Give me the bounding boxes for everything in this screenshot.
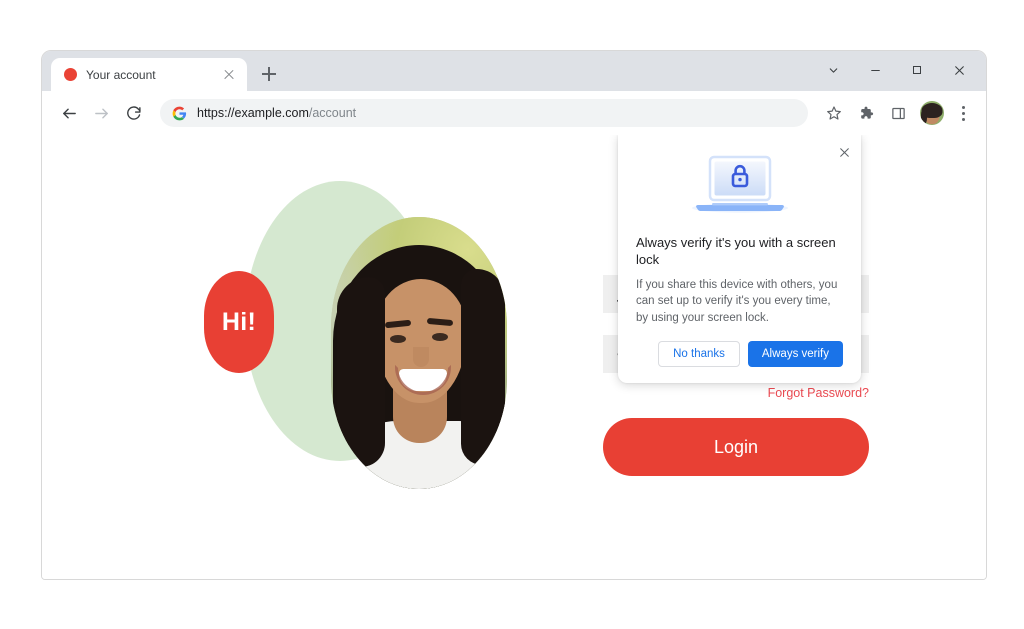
avatar[interactable]: [920, 101, 944, 125]
portrait-nose: [413, 347, 429, 367]
side-panel-icon: [891, 107, 905, 119]
bubble-body: If you share this device with others, yo…: [636, 278, 838, 325]
reload-icon: [126, 105, 141, 120]
maximize-icon: [913, 66, 921, 74]
login-button[interactable]: Login: [603, 418, 869, 476]
close-icon: [954, 65, 964, 75]
kebab-dot: [961, 117, 965, 121]
url-host: https://example.com: [197, 106, 309, 120]
kebab-dot: [961, 111, 965, 115]
browser-window: Your account https://example.com/account…: [41, 50, 987, 580]
avatar-hair-side: [921, 109, 927, 124]
browser-tab[interactable]: Your account: [51, 58, 247, 91]
bubble-close-button[interactable]: [833, 141, 855, 163]
portrait-eye-left: [390, 335, 406, 343]
forgot-password-label: Forgot Password?: [767, 386, 869, 400]
no-thanks-button[interactable]: No thanks: [658, 340, 740, 367]
google-g-icon: [172, 106, 187, 120]
tab-close-icon[interactable]: [221, 67, 237, 83]
forgot-password-link[interactable]: Forgot Password?: [603, 386, 869, 400]
kebab-dot: [961, 105, 965, 109]
login-button-label: Login: [713, 436, 759, 457]
close-window-button[interactable]: [938, 55, 980, 85]
url-text: https://example.com/account: [197, 106, 356, 120]
laptop-lock-icon: [691, 155, 788, 213]
back-arrow-icon: [62, 108, 76, 118]
tab-title: Your account: [86, 67, 156, 82]
portrait-hair-left: [337, 277, 385, 467]
window-controls: [812, 55, 980, 85]
login-illustration: Hi!: [161, 181, 511, 526]
no-thanks-label: No thanks: [673, 347, 725, 360]
reload-button[interactable]: [118, 98, 148, 128]
new-tab-button[interactable]: [255, 60, 283, 88]
tab-search-button[interactable]: [812, 55, 854, 85]
portrait-hair-right: [461, 269, 505, 465]
tab-strip: Your account: [42, 51, 986, 91]
screen-lock-bubble: Always verify it's you with a screen loc…: [618, 135, 861, 383]
maximize-button[interactable]: [896, 55, 938, 85]
address-bar[interactable]: https://example.com/account: [160, 99, 808, 127]
hi-badge: Hi!: [204, 271, 274, 373]
forward-button[interactable]: [86, 98, 116, 128]
bubble-title: Always verify it's you with a screen loc…: [636, 235, 836, 267]
portrait-eye-right: [432, 333, 448, 341]
extensions-button[interactable]: [852, 99, 880, 127]
puzzle-piece-icon: [861, 106, 874, 119]
side-panel-button[interactable]: [884, 99, 912, 127]
always-verify-button[interactable]: Always verify: [747, 340, 843, 367]
bubble-illustration: [618, 135, 861, 229]
back-button[interactable]: [54, 98, 84, 128]
star-icon: [827, 106, 841, 120]
url-path: /account: [308, 106, 357, 120]
portrait-photo: [331, 217, 507, 489]
close-icon: [839, 147, 849, 157]
chevron-down-icon: [829, 67, 837, 73]
forward-arrow-icon: [94, 108, 108, 118]
bookmark-button[interactable]: [820, 99, 848, 127]
bubble-actions: No thanks Always verify: [618, 327, 861, 367]
browser-toolbar: https://example.com/account: [42, 91, 986, 135]
minimize-button[interactable]: [854, 55, 896, 85]
always-verify-label: Always verify: [761, 347, 829, 360]
page-content: Hi! V Please jessic ••••••••••••••••••••: [42, 135, 986, 579]
browser-menu-button[interactable]: [950, 99, 976, 127]
hi-badge-label: Hi!: [221, 307, 257, 336]
tab-favicon-icon: [64, 68, 77, 81]
minimize-icon: [870, 69, 880, 71]
